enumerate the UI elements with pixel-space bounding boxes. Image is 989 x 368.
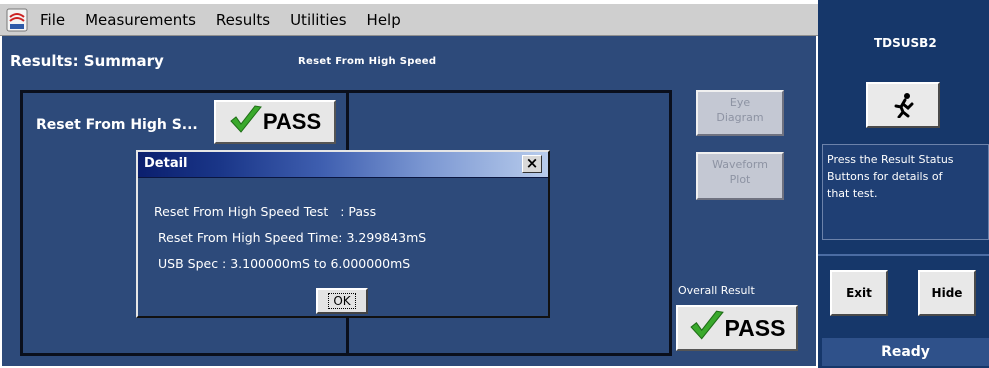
tdsusb2-window: File Measurements Results Utilities Help… — [0, 0, 989, 368]
detail-test-time: Reset From High Speed Time: 3.299843mS — [158, 230, 427, 245]
menu-bar: File Measurements Results Utilities Help — [0, 4, 818, 36]
instructions-line-1: Press the Result Status — [827, 153, 954, 166]
instructions-line-2: Buttons for details of — [827, 170, 943, 183]
side-panel-divider — [818, 254, 989, 256]
detail-test-result: Reset From High Speed Test : Pass — [154, 204, 377, 219]
run-test-button[interactable] — [866, 82, 940, 128]
detail-dialog: Detail × Reset From High Speed Test : Pa… — [136, 150, 550, 318]
results-subtitle: Reset From High Speed — [298, 56, 437, 67]
menu-help[interactable]: Help — [367, 11, 401, 29]
exit-button[interactable]: Exit — [830, 270, 888, 316]
eye-diagram-label-line2: Diagram — [716, 111, 764, 124]
instructions-panel: Press the Result Status Buttons for deta… — [822, 144, 989, 240]
status-bar: Ready — [822, 338, 989, 366]
menu-utilities[interactable]: Utilities — [290, 11, 346, 29]
eye-diagram-button[interactable]: Eye Diagram — [696, 90, 784, 136]
hide-button[interactable]: Hide — [918, 270, 976, 316]
checkmark-icon — [689, 309, 725, 347]
results-title: Results: Summary — [10, 52, 164, 70]
overall-result-text: PASS — [724, 314, 786, 341]
overall-result-label: Overall Result — [678, 284, 755, 297]
test-name-label: Reset From High S... — [36, 117, 198, 133]
ok-button[interactable]: OK — [316, 288, 368, 314]
close-icon[interactable]: × — [522, 155, 542, 173]
dialog-title: Detail — [144, 156, 188, 171]
test-result-button[interactable]: PASS — [214, 100, 336, 144]
running-man-icon — [892, 92, 916, 122]
eye-diagram-label-line1: Eye — [729, 96, 751, 109]
instructions-line-3: that test. — [827, 187, 878, 200]
waveform-plot-button[interactable]: Waveform Plot — [696, 152, 784, 200]
overall-result-button[interactable]: PASS — [676, 305, 798, 351]
test-result-text: PASS — [262, 109, 322, 134]
waveform-plot-label-line2: Plot — [729, 173, 751, 186]
app-logo-icon[interactable] — [4, 7, 30, 33]
detail-usb-spec: USB Spec : 3.100000mS to 6.000000mS — [158, 256, 411, 271]
menu-results[interactable]: Results — [216, 11, 270, 29]
dialog-titlebar[interactable]: Detail × — [138, 152, 548, 178]
waveform-plot-label-line1: Waveform — [712, 158, 768, 171]
app-title: TDSUSB2 — [874, 36, 937, 50]
menu-file[interactable]: File — [40, 11, 65, 29]
checkmark-icon — [229, 104, 263, 140]
menu-measurements[interactable]: Measurements — [85, 11, 196, 29]
ok-button-label: OK — [328, 293, 356, 309]
